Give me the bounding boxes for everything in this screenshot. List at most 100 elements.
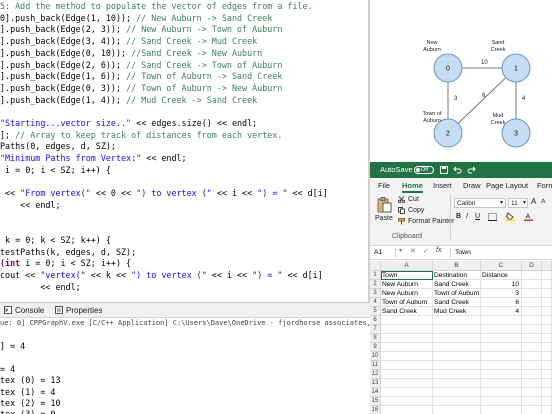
row-header[interactable]: 1 [370,271,381,280]
table-cell[interactable] [381,370,433,379]
table-cell[interactable] [433,352,481,361]
table-cell[interactable]: Mud Creek [433,307,481,316]
tab-home[interactable]: Home [402,178,423,193]
fill-color-icon[interactable] [506,212,515,221]
tab-formulas[interactable]: Form [537,178,552,193]
table-cell[interactable]: Sand Creek [381,307,433,316]
table-cell[interactable]: New Auburn [381,289,433,298]
column-header[interactable]: A [381,261,433,271]
table-cell[interactable] [433,388,481,397]
table-cell[interactable]: Sand Creek [433,280,481,289]
font-color-icon[interactable]: A [524,212,533,221]
table-cell[interactable] [481,406,522,414]
table-cell[interactable] [542,271,552,280]
table-cell[interactable]: 6 [481,298,522,307]
table-cell[interactable] [542,289,552,298]
tab-insert[interactable]: Insert [433,178,452,193]
table-cell[interactable] [381,334,433,343]
table-cell[interactable] [481,361,522,370]
row-header[interactable]: 7 [370,325,381,334]
table-cell[interactable]: Town of Auburn [381,298,433,307]
table-cell[interactable] [542,379,552,388]
cut-button[interactable]: Cut [398,195,438,205]
borders-icon[interactable] [488,213,497,221]
column-header[interactable] [542,261,552,271]
copy-button[interactable]: Copy [398,206,438,216]
font-name-select[interactable]: Calibri ▾ [454,198,506,208]
code-editor[interactable]: 5: Add the method to populate the vector… [0,0,370,302]
table-cell[interactable] [481,343,522,352]
bold-button[interactable]: B [456,213,461,220]
paste-button[interactable]: Paste [374,197,394,227]
table-cell[interactable] [381,397,433,406]
table-cell[interactable] [522,370,542,379]
column-header[interactable]: B [433,261,481,271]
table-cell[interactable] [542,343,552,352]
tab-draw[interactable]: Draw [463,178,481,193]
table-cell[interactable] [481,316,522,325]
row-header[interactable]: 16 [370,406,381,414]
table-cell[interactable] [381,361,433,370]
font-size-select[interactable]: 11 ▾ [508,198,528,208]
increase-font-icon[interactable]: A [531,197,536,206]
underline-button[interactable]: U [475,213,480,220]
table-cell[interactable] [481,334,522,343]
table-cell[interactable] [522,289,542,298]
table-cell[interactable] [542,388,552,397]
table-cell[interactable] [481,370,522,379]
table-cell[interactable] [381,343,433,352]
table-cell[interactable] [481,388,522,397]
table-cell[interactable] [433,361,481,370]
table-cell[interactable] [522,271,542,280]
table-cell[interactable] [522,298,542,307]
table-cell[interactable] [522,406,542,414]
table-cell[interactable]: Sand Creek [433,298,481,307]
autosave-toggle[interactable]: Off [414,166,434,174]
table-cell[interactable] [522,352,542,361]
table-cell[interactable] [522,280,542,289]
enter-check-icon[interactable]: ✓ [423,247,429,255]
table-cell[interactable] [542,406,552,414]
table-cell[interactable] [433,316,481,325]
row-header[interactable]: 11 [370,361,381,370]
table-cell[interactable] [522,361,542,370]
table-cell[interactable] [542,352,552,361]
row-header[interactable]: 10 [370,352,381,361]
table-cell[interactable] [481,397,522,406]
row-header[interactable]: 15 [370,397,381,406]
table-cell[interactable] [542,397,552,406]
table-cell[interactable] [522,334,542,343]
table-cell[interactable] [522,316,542,325]
row-header[interactable]: 9 [370,343,381,352]
table-cell[interactable] [433,406,481,414]
table-cell[interactable] [542,280,552,289]
row-header[interactable]: 8 [370,334,381,343]
row-header[interactable]: 13 [370,379,381,388]
table-cell[interactable] [433,397,481,406]
table-cell[interactable] [381,316,433,325]
row-header[interactable]: 6 [370,316,381,325]
save-icon[interactable] [440,166,448,174]
table-cell[interactable]: New Auburn [381,280,433,289]
table-cell[interactable] [433,370,481,379]
tab-properties[interactable]: Properties [55,303,102,318]
italic-button[interactable]: I [466,213,468,220]
table-cell[interactable] [381,388,433,397]
table-cell[interactable] [542,370,552,379]
table-cell[interactable] [522,397,542,406]
table-cell[interactable] [481,352,522,361]
table-cell[interactable] [542,316,552,325]
row-header[interactable]: 5 [370,307,381,316]
table-cell[interactable]: 10 [481,280,522,289]
cancel-icon[interactable]: ✕ [410,247,416,255]
row-header[interactable]: 14 [370,388,381,397]
table-cell[interactable] [481,325,522,334]
table-cell[interactable] [381,325,433,334]
table-cell[interactable]: Distance [481,271,522,280]
column-header[interactable]: C [481,261,522,271]
formula-input[interactable]: Town [450,248,550,258]
table-cell[interactable] [522,379,542,388]
table-cell[interactable] [381,406,433,414]
format-painter-button[interactable]: Format Painter [398,217,454,227]
tab-file[interactable]: File [378,178,390,193]
